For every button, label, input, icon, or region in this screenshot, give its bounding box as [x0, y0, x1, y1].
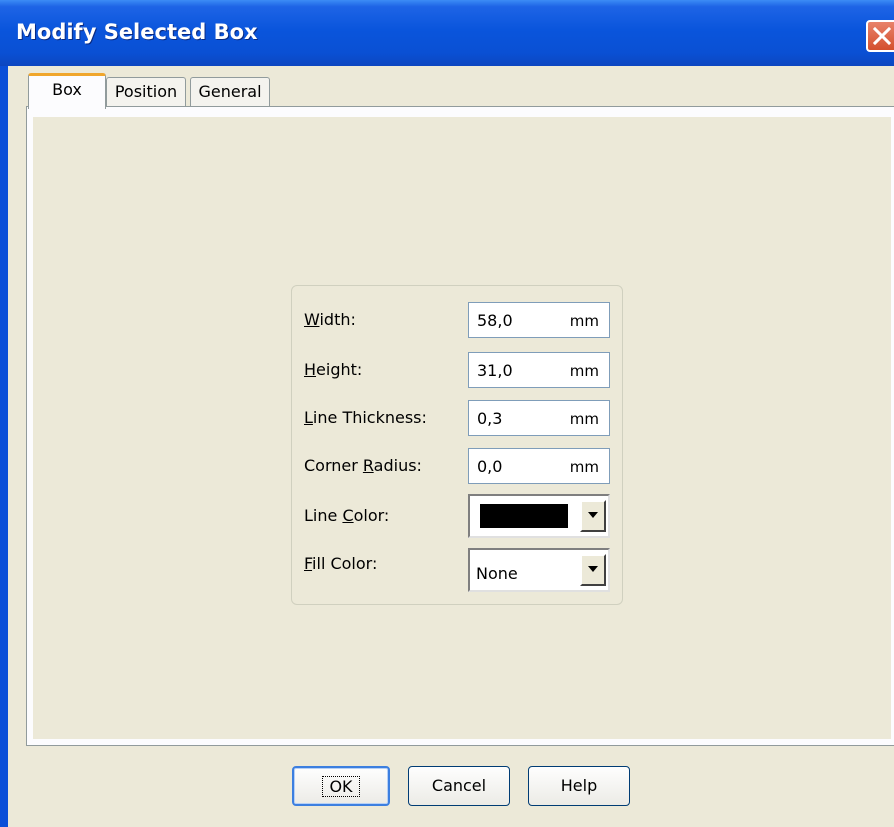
line-thickness-field[interactable]: 0,3 mm — [468, 400, 610, 436]
height-value: 31,0 — [477, 361, 513, 380]
box-properties-group: Width: 58,0 mm Height: 31,0 mm Line Thic… — [291, 285, 623, 605]
fill-color-dropdown[interactable]: None — [468, 548, 610, 592]
ok-button[interactable]: OK — [292, 766, 390, 806]
tab-general-label: General — [198, 82, 262, 101]
tab-position[interactable]: Position — [106, 77, 186, 107]
line-thickness-unit: mm — [569, 410, 599, 428]
corner-radius-label: Corner Radius: — [304, 456, 422, 475]
tab-panel-body: Width: 58,0 mm Height: 31,0 mm Line Thic… — [33, 117, 891, 739]
height-label: Height: — [304, 360, 363, 379]
tab-panel-box: Width: 58,0 mm Height: 31,0 mm Line Thic… — [26, 106, 894, 746]
corner-radius-unit: mm — [569, 458, 599, 476]
line-thickness-value: 0,3 — [477, 409, 503, 428]
chevron-down-icon — [588, 566, 598, 572]
line-color-label: Line Color: — [304, 506, 390, 525]
cancel-button[interactable]: Cancel — [408, 766, 510, 806]
width-value: 58,0 — [477, 311, 513, 330]
tab-box[interactable]: Box — [28, 73, 106, 109]
corner-radius-value: 0,0 — [477, 457, 503, 476]
height-field[interactable]: 31,0 mm — [468, 352, 610, 388]
ok-button-label: OK — [322, 776, 360, 797]
close-button[interactable] — [866, 20, 894, 52]
fill-color-label: Fill Color: — [304, 554, 378, 573]
line-color-swatch — [480, 504, 568, 528]
help-button-label: Help — [560, 776, 598, 795]
line-color-dropdown[interactable] — [468, 494, 610, 538]
tab-general[interactable]: General — [190, 77, 270, 107]
title-bar[interactable]: Modify Selected Box — [0, 0, 894, 66]
width-field[interactable]: 58,0 mm — [468, 302, 610, 338]
window-title: Modify Selected Box — [16, 20, 258, 44]
corner-radius-field[interactable]: 0,0 mm — [468, 448, 610, 484]
width-label: Width: — [304, 310, 356, 329]
line-thickness-label: Line Thickness: — [304, 408, 427, 427]
fill-color-dropdown-button[interactable] — [580, 554, 606, 586]
height-unit: mm — [569, 362, 599, 380]
width-unit: mm — [569, 312, 599, 330]
tab-position-label: Position — [114, 82, 178, 101]
fill-color-value: None — [476, 564, 518, 583]
chevron-down-icon — [588, 512, 598, 518]
tab-box-label: Box — [52, 80, 82, 99]
help-button[interactable]: Help — [528, 766, 630, 806]
line-color-dropdown-button[interactable] — [580, 500, 606, 532]
cancel-button-label: Cancel — [431, 776, 487, 795]
close-icon — [873, 27, 891, 45]
